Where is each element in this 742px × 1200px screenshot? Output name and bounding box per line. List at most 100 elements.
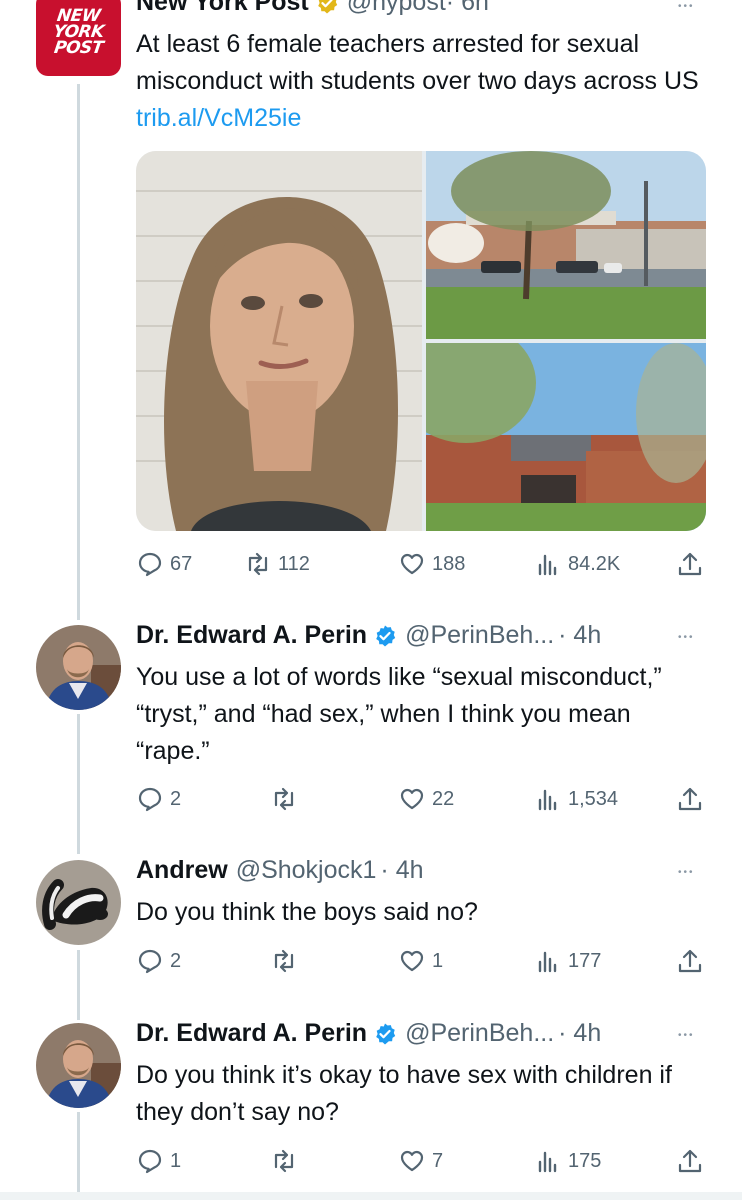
like-button[interactable]: 7 (398, 1145, 443, 1177)
retweet-button[interactable] (270, 783, 304, 815)
tweet-header: Dr. Edward A. Perin @PerinBeh... · 4h (136, 621, 601, 650)
retweet-icon (248, 552, 268, 576)
share-button[interactable] (676, 1145, 704, 1177)
man-portrait-avatar[interactable] (36, 625, 121, 710)
user-handle[interactable]: @nypost (347, 0, 446, 17)
reply-button[interactable]: 1 (136, 1145, 181, 1177)
tweet-actions: 67 112 188 84.2K (136, 548, 706, 580)
heart-icon (400, 788, 424, 810)
like-button[interactable]: 188 (398, 548, 465, 580)
new-york-post-logo[interactable]: NEW YORK POST (36, 0, 121, 76)
retweet-icon (274, 949, 294, 973)
share-icon (678, 787, 702, 811)
view-count: 84.2K (568, 552, 621, 575)
thread-line (77, 1112, 80, 1200)
like-count: 1 (432, 949, 444, 972)
skunk-avatar[interactable] (36, 860, 121, 945)
like-button[interactable]: 22 (398, 783, 454, 815)
gold-verified-badge-icon (317, 0, 337, 13)
reply-icon (138, 552, 162, 577)
like-count: 7 (432, 1149, 444, 1172)
school-building-photo[interactable] (426, 151, 706, 339)
share-icon (678, 1149, 702, 1173)
share-icon (678, 552, 702, 576)
reply-button[interactable]: 2 (136, 945, 181, 977)
media-grid[interactable] (136, 151, 706, 531)
tweet-header: Dr. Edward A. Perin @PerinBeh... · 4h (136, 1019, 601, 1048)
tweet-actions: 2 1 177 (136, 945, 706, 977)
views-button[interactable]: 175 (534, 1145, 601, 1177)
share-icon (678, 949, 702, 973)
bottom-divider (0, 1192, 742, 1200)
tweet-text: Do you think the boys said no? (136, 898, 478, 926)
tweet-header: New York Post @nypost · 6h (136, 0, 489, 17)
timestamp[interactable]: · 4h (558, 1019, 601, 1048)
mugshot-photo[interactable] (136, 151, 422, 531)
reply-icon (138, 1149, 162, 1174)
timestamp[interactable]: · 4h (380, 856, 423, 885)
more-options-icon[interactable] (678, 623, 704, 646)
views-button[interactable]: 1,534 (534, 783, 618, 815)
views-button[interactable]: 177 (534, 945, 601, 977)
user-handle[interactable]: @PerinBeh... (405, 621, 554, 650)
tweet-text: You use a lot of words like “sexual misc… (136, 663, 662, 765)
like-count: 22 (432, 787, 455, 810)
retweet-icon (274, 1149, 294, 1173)
user-handle[interactable]: @PerinBeh... (405, 1019, 554, 1048)
view-count: 177 (568, 949, 602, 972)
display-name[interactable]: Andrew (136, 856, 228, 885)
reply-count: 1 (170, 1149, 182, 1172)
more-options-icon[interactable] (678, 1021, 704, 1044)
retweet-count: 112 (278, 552, 310, 575)
tweet-actions: 1 7 175 (136, 1145, 706, 1177)
tweet-text-content: At least 6 female teachers arrested for … (136, 30, 699, 95)
reply-count: 2 (170, 787, 182, 810)
share-button[interactable] (676, 548, 704, 580)
timestamp[interactable]: · 4h (558, 621, 601, 650)
views-icon (538, 554, 557, 576)
thread-line (77, 950, 80, 1020)
reply-count: 2 (170, 949, 182, 972)
share-button[interactable] (676, 945, 704, 977)
like-count: 188 (432, 552, 466, 575)
display-name[interactable]: Dr. Edward A. Perin (136, 621, 367, 650)
thread-line (77, 84, 80, 620)
school-building-photo-2[interactable] (426, 343, 706, 531)
tweet-text: At least 6 female teachers arrested for … (136, 26, 711, 137)
tweet-actions: 2 22 1,534 (136, 783, 706, 815)
reply-count: 67 (170, 552, 193, 575)
heart-icon (400, 950, 424, 972)
views-icon (538, 951, 557, 973)
retweet-icon (274, 787, 294, 811)
view-count: 1,534 (568, 787, 619, 810)
user-handle[interactable]: @Shokjock1 (236, 856, 377, 885)
more-options-icon[interactable] (678, 858, 704, 881)
retweet-button[interactable]: 112 (244, 548, 310, 580)
display-name[interactable]: New York Post (136, 0, 309, 17)
tweet-link[interactable]: trib.al/VcM25ie (136, 104, 301, 132)
tweet-header: Andrew @Shokjock1 · 4h (136, 856, 424, 885)
reply-icon (138, 787, 162, 812)
retweet-button[interactable] (270, 945, 304, 977)
thread-line (77, 714, 80, 854)
share-button[interactable] (676, 783, 704, 815)
like-button[interactable]: 1 (398, 945, 443, 977)
views-button[interactable]: 84.2K (534, 548, 620, 580)
tweet-text: Do you think it’s okay to have sex with … (136, 1061, 672, 1126)
more-options-icon[interactable] (678, 0, 704, 15)
heart-icon (400, 553, 424, 575)
blue-verified-badge-icon (376, 625, 396, 646)
blue-verified-badge-icon (376, 1023, 396, 1044)
display-name[interactable]: Dr. Edward A. Perin (136, 1019, 367, 1048)
views-icon (538, 789, 557, 811)
reply-button[interactable]: 67 (136, 548, 192, 580)
timestamp[interactable]: · 6h (446, 0, 489, 17)
reply-icon (138, 949, 162, 974)
retweet-button[interactable] (270, 1145, 304, 1177)
view-count: 175 (568, 1149, 602, 1172)
reply-button[interactable]: 2 (136, 783, 181, 815)
logo-text-line: POST (52, 38, 105, 58)
heart-icon (400, 1150, 424, 1172)
views-icon (538, 1151, 557, 1173)
man-portrait-avatar[interactable] (36, 1023, 121, 1108)
